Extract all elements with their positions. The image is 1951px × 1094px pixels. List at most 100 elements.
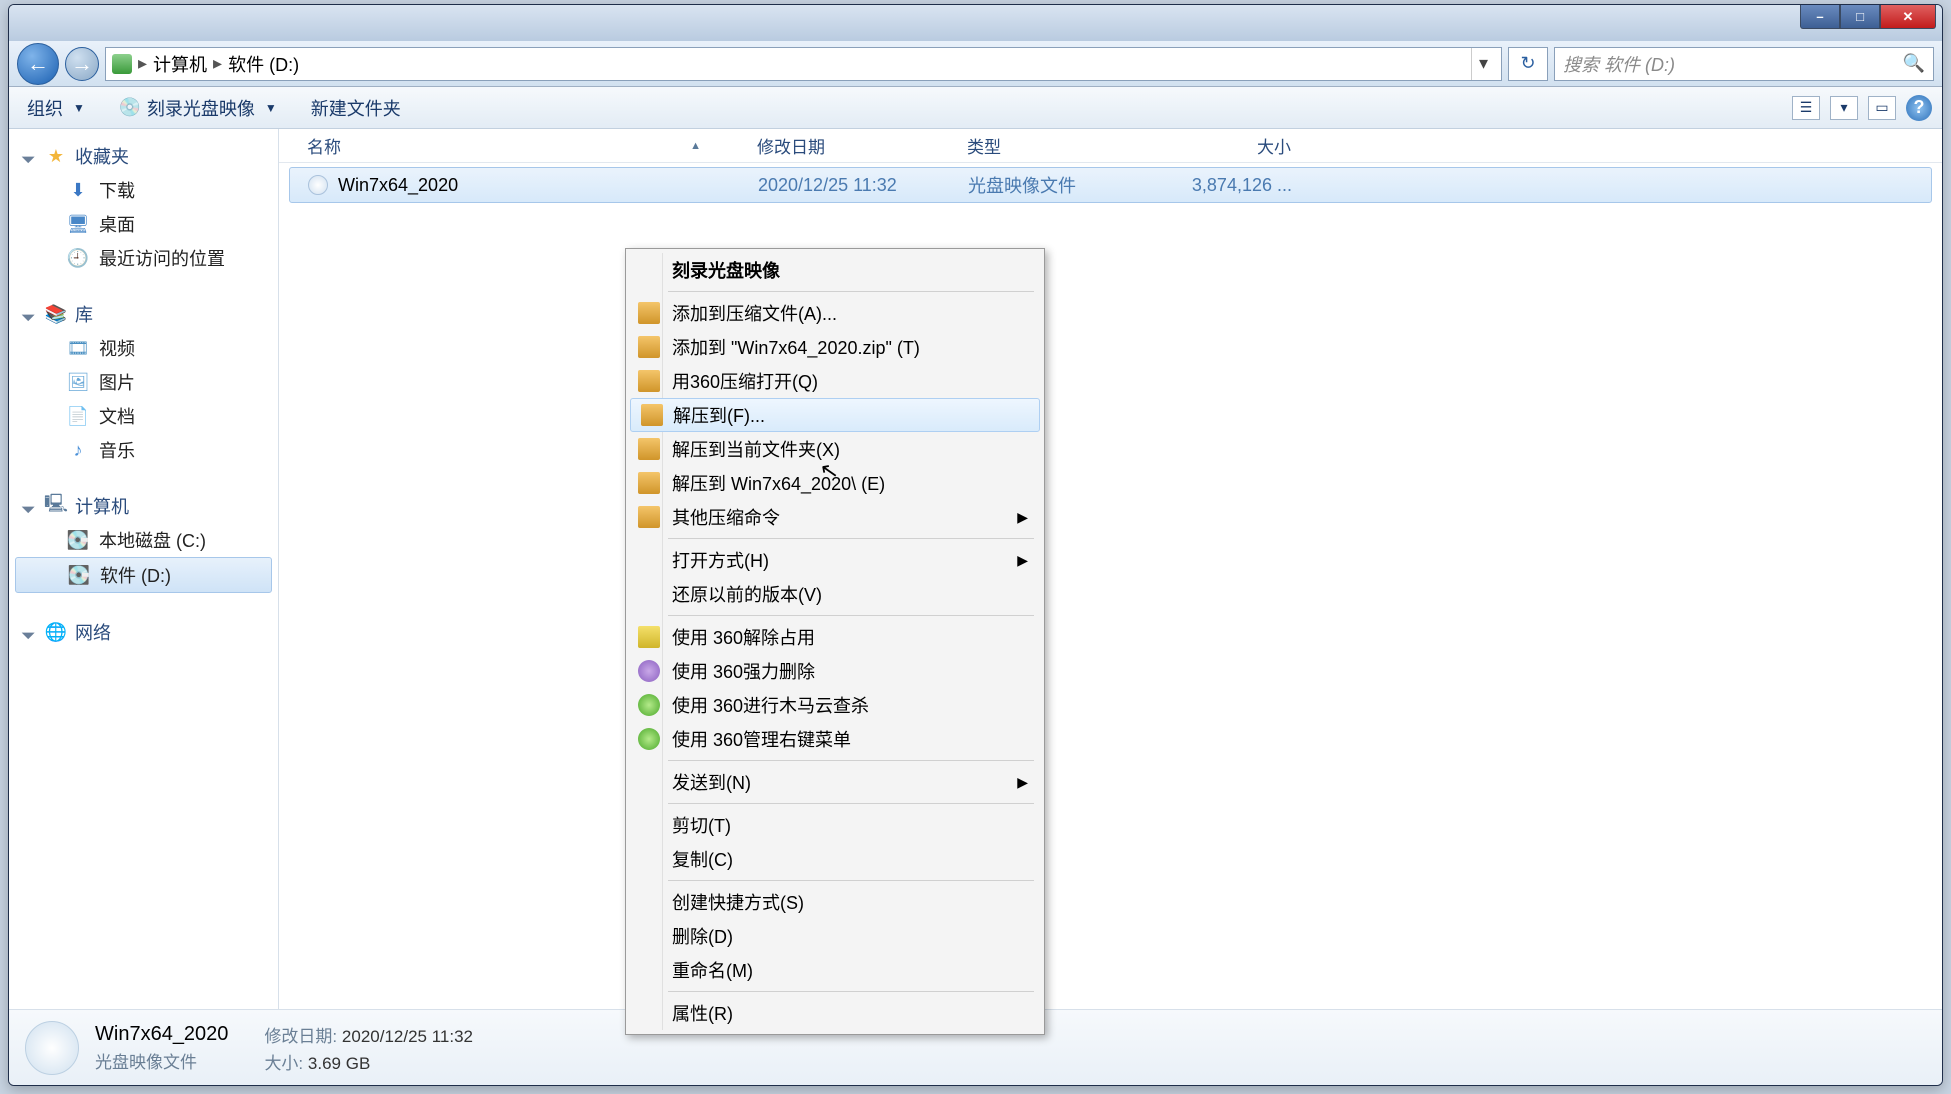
computer-header[interactable]: 🖳计算机 — [9, 489, 278, 523]
column-name[interactable]: 名称 ▲ — [299, 133, 749, 158]
context-open-with-360zip[interactable]: 用360压缩打开(Q) — [628, 364, 1042, 398]
context-delete[interactable]: 删除(D) — [628, 919, 1042, 953]
context-360-scan[interactable]: 使用 360进行木马云查杀 — [628, 688, 1042, 722]
sidebar-item-recent[interactable]: 🕘最近访问的位置 — [9, 241, 278, 275]
sidebar-item-music[interactable]: ♪音乐 — [9, 433, 278, 467]
column-date[interactable]: 修改日期 — [749, 133, 959, 158]
maximize-button[interactable]: □ — [1840, 5, 1880, 29]
disk-icon: 💽 — [67, 529, 89, 551]
desktop-icon: 🖥 — [67, 213, 89, 235]
context-add-to-archive[interactable]: 添加到压缩文件(A)... — [628, 296, 1042, 330]
toolbar: 组织 ▼ 💿 刻录光盘映像 ▼ 新建文件夹 ☰ ▾ ▭ ? — [9, 87, 1942, 129]
context-360-unlock[interactable]: 使用 360解除占用 — [628, 620, 1042, 654]
sidebar-item-videos[interactable]: 🎞视频 — [9, 331, 278, 365]
context-item-label: 打开方式(H) — [672, 547, 769, 573]
burn-image-button[interactable]: 💿 刻录光盘映像 ▼ — [111, 91, 285, 125]
address-bar[interactable]: ▸ 计算机 ▸ 软件 (D:) ▾ — [105, 47, 1502, 81]
context-extract-to[interactable]: 解压到(F)... — [630, 398, 1040, 432]
preview-pane-button[interactable]: ▭ — [1868, 96, 1896, 120]
context-item-label: 其他压缩命令 — [672, 504, 780, 530]
sidebar-item-software-d[interactable]: 💽软件 (D:) — [15, 557, 272, 593]
sidebar-item-desktop[interactable]: 🖥桌面 — [9, 207, 278, 241]
context-open-with[interactable]: 打开方式(H) ▶ — [628, 543, 1042, 577]
context-add-to-zip[interactable]: 添加到 "Win7x64_2020.zip" (T) — [628, 330, 1042, 364]
network-header[interactable]: 🌐网络 — [9, 615, 278, 649]
file-list-pane: 名称 ▲ 修改日期 类型 大小 Win7x64_2020 2020/12/25 1… — [279, 129, 1942, 1009]
context-create-shortcut[interactable]: 创建快捷方式(S) — [628, 885, 1042, 919]
back-button[interactable]: ← — [17, 43, 59, 85]
forward-button[interactable]: → — [65, 47, 99, 81]
context-item-label: 使用 360管理右键菜单 — [672, 726, 851, 752]
refresh-button[interactable]: ↻ — [1508, 47, 1548, 81]
sidebar-item-documents[interactable]: 📄文档 — [9, 399, 278, 433]
sidebar-item-label: 本地磁盘 (C:) — [99, 527, 206, 553]
context-restore-previous[interactable]: 还原以前的版本(V) — [628, 577, 1042, 611]
sort-indicator-icon: ▲ — [690, 140, 701, 152]
context-separator — [668, 803, 1034, 804]
address-dropdown[interactable]: ▾ — [1471, 48, 1495, 80]
scan-icon — [638, 694, 660, 716]
sidebar-item-label: 最近访问的位置 — [99, 245, 225, 271]
network-label: 网络 — [75, 619, 111, 645]
context-360-manage-menu[interactable]: 使用 360管理右键菜单 — [628, 722, 1042, 756]
context-item-label: 创建快捷方式(S) — [672, 889, 804, 915]
column-type[interactable]: 类型 — [959, 133, 1169, 158]
file-row[interactable]: Win7x64_2020 2020/12/25 11:32 光盘映像文件 3,8… — [289, 167, 1932, 203]
libraries-label: 库 — [75, 301, 93, 327]
archive-icon — [641, 404, 663, 426]
sidebar-item-label: 音乐 — [99, 437, 135, 463]
context-item-label: 刻录光盘映像 — [672, 257, 780, 283]
column-headers: 名称 ▲ 修改日期 类型 大小 — [279, 129, 1942, 163]
close-button[interactable]: ✕ — [1880, 5, 1936, 29]
titlebar: – □ ✕ — [9, 5, 1942, 41]
view-options-button[interactable]: ☰ — [1792, 96, 1820, 120]
search-input[interactable]: 搜索 软件 (D:) 🔍 — [1554, 47, 1934, 81]
context-360-force-delete[interactable]: 使用 360强力删除 — [628, 654, 1042, 688]
context-item-label: 还原以前的版本(V) — [672, 581, 822, 607]
sidebar-item-label: 软件 (D:) — [100, 562, 171, 588]
column-size[interactable]: 大小 — [1169, 133, 1299, 158]
chevron-right-icon: ▸ — [213, 53, 222, 74]
context-rename[interactable]: 重命名(M) — [628, 953, 1042, 987]
breadcrumb-drive[interactable]: 软件 (D:) — [228, 51, 299, 77]
breadcrumb-computer[interactable]: 计算机 — [153, 51, 207, 77]
organize-label: 组织 — [27, 95, 63, 121]
context-item-label: 发送到(N) — [672, 769, 751, 795]
document-icon: 📄 — [67, 405, 89, 427]
computer-label: 计算机 — [75, 493, 129, 519]
sidebar-item-local-disk-c[interactable]: 💽 本地磁盘 (C:) — [9, 523, 278, 557]
context-separator — [668, 538, 1034, 539]
file-name-cell: Win7x64_2020 — [300, 175, 750, 196]
context-extract-here[interactable]: 解压到当前文件夹(X) — [628, 432, 1042, 466]
sidebar-item-label: 下载 — [99, 177, 135, 203]
context-separator — [668, 880, 1034, 881]
delete-icon — [638, 660, 660, 682]
sidebar-item-downloads[interactable]: ⬇ 下载 — [9, 173, 278, 207]
sidebar-item-label: 图片 — [99, 369, 135, 395]
file-name: Win7x64_2020 — [338, 175, 458, 196]
libraries-header[interactable]: 📚库 — [9, 297, 278, 331]
menu-icon — [638, 728, 660, 750]
iso-file-icon — [308, 175, 328, 195]
column-label: 名称 — [307, 133, 341, 158]
organize-menu[interactable]: 组织 ▼ — [19, 91, 93, 125]
new-folder-label: 新建文件夹 — [311, 95, 401, 121]
context-copy[interactable]: 复制(C) — [628, 842, 1042, 876]
context-burn-image[interactable]: 刻录光盘映像 — [628, 253, 1042, 287]
libraries-group: 📚库 🎞视频 🖼图片 📄文档 ♪音乐 — [9, 297, 278, 467]
context-send-to[interactable]: 发送到(N)▶ — [628, 765, 1042, 799]
context-other-compress[interactable]: 其他压缩命令 ▶ — [628, 500, 1042, 534]
favorites-header[interactable]: ★收藏夹 — [9, 139, 278, 173]
sidebar-item-pictures[interactable]: 🖼图片 — [9, 365, 278, 399]
help-button[interactable]: ? — [1906, 95, 1932, 121]
new-folder-button[interactable]: 新建文件夹 — [303, 91, 409, 125]
view-dropdown[interactable]: ▾ — [1830, 96, 1858, 120]
context-properties[interactable]: 属性(R) — [628, 996, 1042, 1030]
submenu-arrow-icon: ▶ — [1017, 509, 1028, 526]
submenu-arrow-icon: ▶ — [1017, 552, 1028, 569]
context-item-label: 剪切(T) — [672, 812, 731, 838]
context-extract-to-folder[interactable]: 解压到 Win7x64_2020\ (E) — [628, 466, 1042, 500]
download-icon: ⬇ — [67, 179, 89, 201]
minimize-button[interactable]: – — [1800, 5, 1840, 29]
context-cut[interactable]: 剪切(T) — [628, 808, 1042, 842]
